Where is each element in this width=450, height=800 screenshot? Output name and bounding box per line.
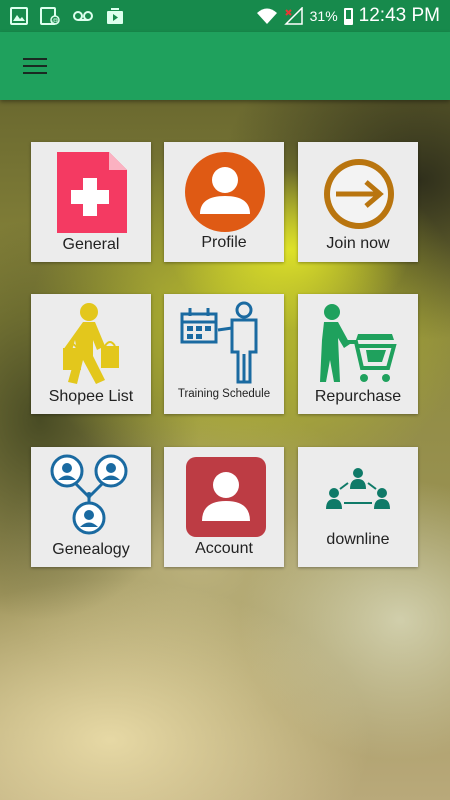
image-icon — [10, 7, 28, 25]
system-icons: 31% 12:43 PM — [256, 5, 440, 27]
battery-icon — [343, 7, 353, 25]
tile-genealogy-label: Genealogy — [52, 541, 130, 558]
svg-text:@: @ — [52, 19, 58, 25]
tile-genealogy[interactable]: Genealogy — [31, 447, 151, 567]
tile-account[interactable]: Account — [164, 447, 284, 567]
tile-training-schedule-label: Training Schedule — [177, 388, 271, 400]
tile-profile[interactable]: Profile — [164, 142, 284, 262]
tile-downline[interactable]: downline — [298, 447, 418, 567]
media-icon — [107, 8, 123, 24]
app-bar — [0, 32, 450, 100]
clock: 12:43 PM — [358, 5, 440, 26]
tile-general[interactable]: General — [31, 142, 151, 262]
voicemail-icon — [73, 11, 93, 21]
tile-repurchase-label: Repurchase — [314, 388, 402, 405]
status-bar: @ 31% 12:43 PM — [0, 0, 450, 32]
battery-percent: 31% — [309, 8, 338, 24]
notification-icons: @ — [10, 7, 126, 25]
tile-general-label: General — [62, 236, 120, 253]
tile-repurchase[interactable]: Repurchase — [298, 294, 418, 414]
tile-profile-label: Profile — [201, 234, 247, 251]
signal-icon — [283, 7, 303, 25]
tile-shopee-list[interactable]: Shopee List — [31, 294, 151, 414]
tile-downline-label: downline — [326, 531, 390, 548]
hamburger-icon[interactable] — [18, 52, 52, 80]
tile-account-label: Account — [195, 540, 253, 557]
tile-join-now-label: Join now — [326, 235, 390, 252]
tile-training-schedule[interactable]: Training Schedule — [164, 294, 284, 414]
voicemail-alt-icon: @ — [40, 7, 60, 25]
network-people-icon — [326, 468, 390, 509]
wifi-icon — [256, 8, 277, 24]
tile-join-now[interactable]: Join now — [298, 142, 418, 262]
tile-shopee-list-label: Shopee List — [48, 388, 134, 405]
